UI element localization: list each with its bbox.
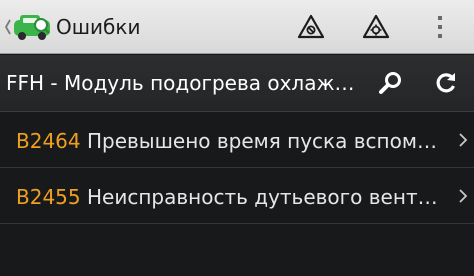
error-description: Превышено время пуска вспомогательного о… — [86, 129, 448, 153]
warning-triangle-gear-icon[interactable] — [362, 13, 390, 41]
error-list: B2464 Превышено время пуска вспомогатель… — [0, 112, 474, 224]
chevron-right-icon — [459, 189, 468, 203]
action-bar: Ошибки — [0, 0, 474, 54]
error-code: B2455 — [16, 185, 81, 209]
error-description: Неисправность дутьевого вентилятора — [86, 185, 448, 209]
overflow-menu-icon[interactable] — [434, 13, 446, 41]
page-title: Ошибки — [56, 15, 141, 39]
error-code: B2464 — [16, 129, 81, 153]
error-text: B2464 Превышено время пуска вспомогатель… — [16, 128, 448, 154]
search-icon[interactable] — [377, 69, 405, 97]
refresh-icon[interactable] — [432, 69, 460, 97]
error-text: B2455 Неисправность дутьевого вентилятор… — [16, 184, 448, 210]
car-diagnostic-logo[interactable] — [12, 12, 52, 42]
warning-triangle-icon[interactable] — [297, 13, 325, 41]
chevron-right-icon — [459, 133, 468, 147]
list-item[interactable]: B2464 Превышено время пуска вспомогатель… — [0, 112, 474, 168]
list-item[interactable]: B2455 Неисправность дутьевого вентилятор… — [0, 168, 474, 224]
module-title: FFH - Модуль подогрева охлаждающей жидко… — [6, 71, 362, 95]
module-header: FFH - Модуль подогрева охлаждающей жидко… — [0, 55, 474, 112]
chevron-left-icon[interactable] — [4, 18, 12, 36]
